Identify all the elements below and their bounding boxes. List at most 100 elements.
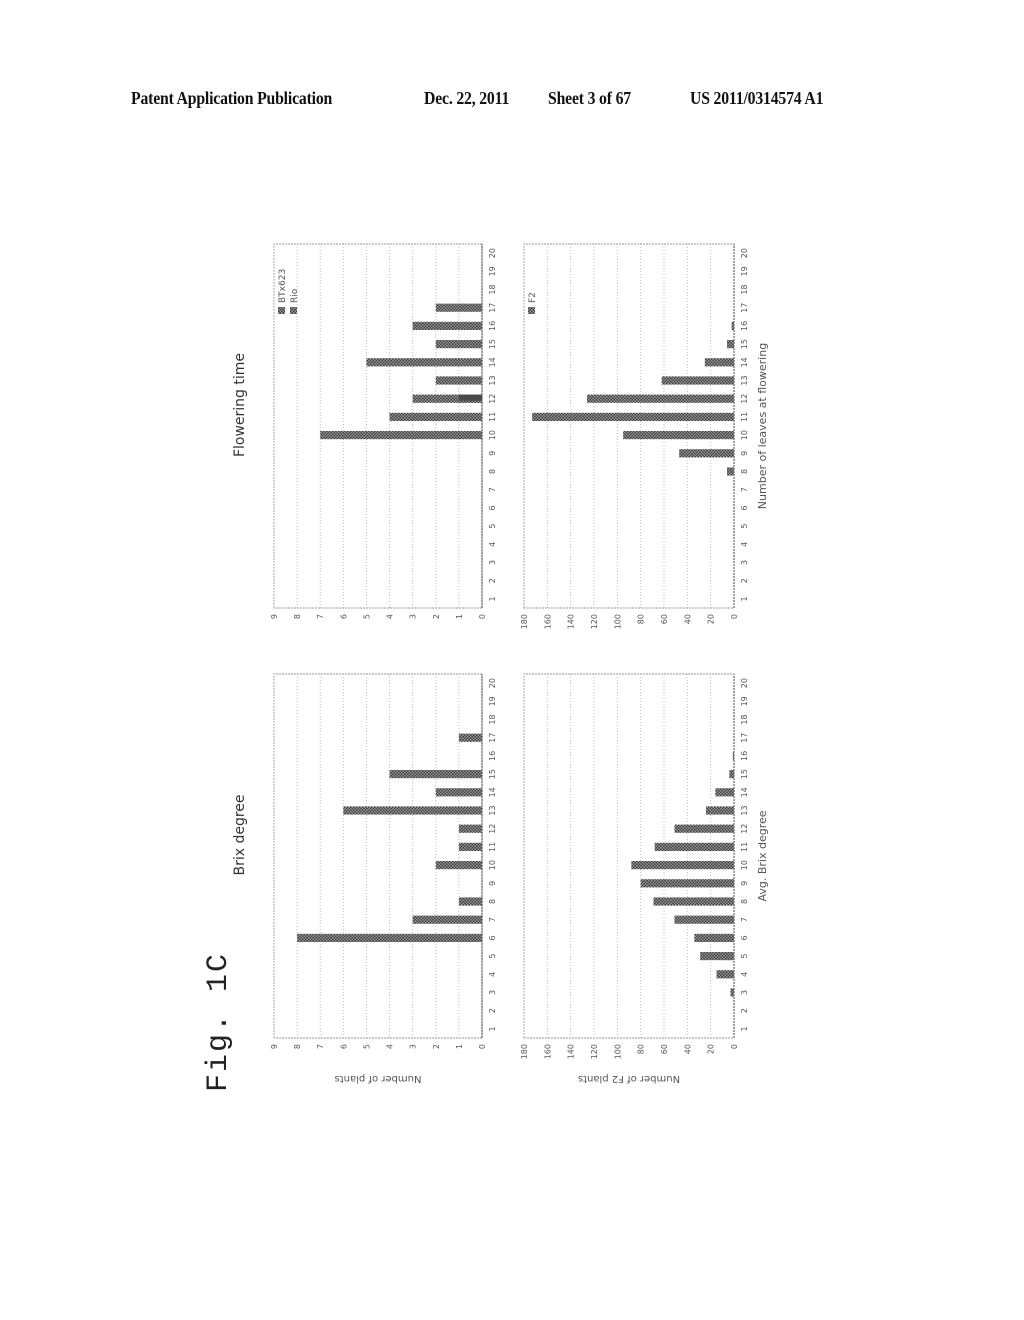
bar-f2-7 [674,915,734,924]
x-tick-label: 11 [740,412,749,422]
x-tick-label: 12 [488,824,497,834]
y-tick-label: 3 [409,614,418,619]
x-tick-label: 20 [740,248,749,258]
y-tick-label: 7 [316,614,325,619]
x-axis-label: Number of leaves at flowering [756,343,769,509]
bar-f2-12 [674,824,734,833]
x-tick-label: 5 [488,954,497,959]
y-axis-label: Number of plants [335,1073,422,1084]
x-tick-label: 9 [488,451,497,456]
y-tick-label: 40 [683,614,692,624]
bar-plants-15 [389,770,482,779]
x-tick-label: 4 [740,542,749,547]
y-tick-label: 140 [567,1044,576,1059]
y-tick-label: 60 [660,614,669,624]
y-tick-label: 7 [316,1044,325,1049]
x-tick-label: 3 [740,990,749,995]
bar-rio-14 [366,358,482,367]
bar-f2-9 [640,879,735,888]
x-tick-label: 12 [740,824,749,834]
x-tick-label: 18 [488,284,497,294]
chart-flowering-f2: 0204060801001201401601801234567891011121… [520,243,769,629]
x-tick-label: 12 [740,394,749,404]
y-tick-label: 2 [432,1044,441,1049]
x-tick-label: 19 [740,266,749,276]
x-tick-label: 4 [740,972,749,977]
bar-f2-14 [704,358,734,367]
x-tick-label: 17 [740,733,749,743]
x-tick-label: 2 [488,1008,497,1013]
x-tick-label: 14 [488,787,497,797]
figure-label: Fig. 1C [202,951,236,1092]
bar-plants-10 [435,861,482,870]
x-tick-label: 8 [488,469,497,474]
x-tick-label: 13 [740,805,749,815]
legend-label: BTx623 [278,269,288,303]
x-tick-label: 7 [740,487,749,492]
x-tick-label: 20 [488,678,497,688]
y-tick-label: 8 [293,1044,302,1049]
x-tick-label: 20 [740,678,749,688]
x-tick-label: 18 [488,714,497,724]
y-tick-label: 3 [409,1044,418,1049]
y-tick-label: 2 [432,614,441,619]
y-tick-label: 120 [590,1044,599,1059]
plot-frame [523,673,735,1039]
publication-label: Patent Application Publication [131,88,333,108]
x-tick-label: 3 [740,560,749,565]
x-tick-label: 10 [740,430,749,440]
bar-f2-11 [654,842,735,851]
bar-f2-4 [716,970,734,979]
bar-btx623-12-front [458,394,482,401]
x-tick-label: 1 [740,596,749,601]
bar-f2-10 [623,431,734,440]
x-tick-label: 19 [488,266,497,276]
x-tick-label: 12 [488,394,497,404]
x-tick-label: 6 [740,505,749,510]
x-tick-label: 5 [740,954,749,959]
x-tick-label: 15 [488,769,497,779]
bar-plants-14 [435,788,482,797]
x-tick-label: 13 [488,375,497,385]
y-tick-label: 160 [543,614,552,629]
figure-1c: Fig. 1C Brix degree Flowering time 01234… [180,200,800,1130]
x-tick-label: 1 [488,1026,497,1031]
y-tick-label: 9 [270,1044,279,1049]
x-tick-label: 11 [488,412,497,422]
x-tick-label: 4 [488,542,497,547]
legend-swatch [290,307,297,314]
legend-label: Rio [290,288,300,303]
x-tick-label: 7 [488,917,497,922]
x-tick-label: 19 [740,696,749,706]
x-tick-label: 14 [740,787,749,797]
publication-date: Dec. 22, 2011 [424,88,510,108]
bar-f2-8 [653,897,734,906]
x-tick-label: 8 [740,469,749,474]
x-tick-label: 9 [488,881,497,886]
legend-swatch [278,307,285,314]
y-tick-label: 20 [707,614,716,624]
bar-plants-17 [458,733,482,742]
x-tick-label: 8 [740,899,749,904]
x-tick-label: 11 [488,842,497,852]
y-tick-label: 4 [386,1044,395,1049]
y-tick-label: 140 [567,614,576,629]
x-tick-label: 17 [488,303,497,313]
bar-f2-16 [732,751,734,760]
x-tick-label: 14 [740,357,749,367]
bar-f2-3 [730,988,734,997]
x-tick-label: 3 [488,560,497,565]
x-tick-label: 18 [740,284,749,294]
y-tick-label: 20 [707,1044,716,1054]
bar-f2-9 [679,449,735,458]
y-tick-label: 100 [613,614,622,629]
bar-rio-15 [435,340,482,349]
x-tick-label: 19 [488,696,497,706]
x-tick-label: 16 [740,321,749,331]
y-tick-label: 180 [520,1044,529,1059]
bar-f2-5 [700,952,735,961]
x-tick-label: 11 [740,842,749,852]
x-tick-label: 15 [740,769,749,779]
x-tick-label: 2 [740,1008,749,1013]
y-tick-label: 80 [637,614,646,624]
